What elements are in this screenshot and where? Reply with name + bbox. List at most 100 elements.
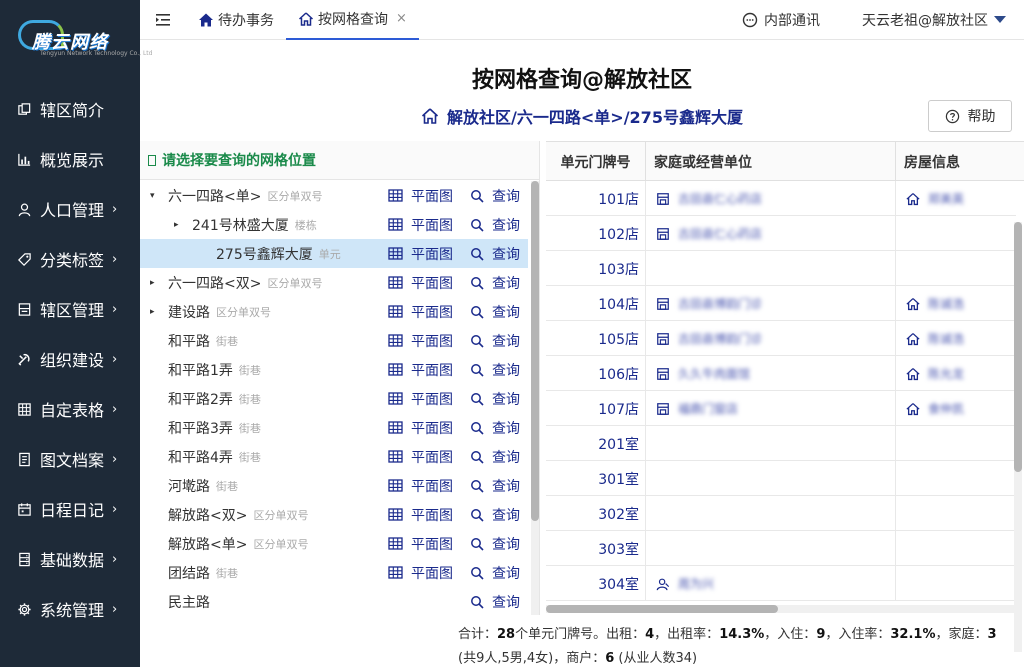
house-cell[interactable] xyxy=(896,216,1016,251)
query-link[interactable]: 查询 xyxy=(470,302,520,322)
floor-plan-link[interactable]: 平面图 xyxy=(388,418,453,438)
tree-node-label[interactable]: 解放路<双> xyxy=(168,505,247,525)
sidebar-item[interactable]: 图文档案 › xyxy=(0,434,140,484)
tree-node-label[interactable]: 和平路2弄 xyxy=(168,389,233,409)
table-row[interactable]: 303室 xyxy=(546,531,1016,566)
tree-node-label[interactable]: 和平路3弄 xyxy=(168,418,233,438)
query-link[interactable]: 查询 xyxy=(470,389,520,409)
sidebar-item[interactable]: 辖区管理 › xyxy=(0,284,140,334)
tree-node-label[interactable]: 建设路 xyxy=(168,302,210,322)
table-horizontal-scrollbar[interactable] xyxy=(546,605,1016,613)
tree-node-label[interactable]: 河墘路 xyxy=(168,476,210,496)
sidebar-item[interactable]: 自定表格 › xyxy=(0,384,140,434)
query-link[interactable]: 查询 xyxy=(470,244,520,264)
tree-node[interactable]: 解放路<单> 区分单双号 平面图 查询 xyxy=(140,529,528,558)
tree-node[interactable]: 和平路2弄 街巷 平面图 查询 xyxy=(140,384,528,413)
floor-plan-link[interactable]: 平面图 xyxy=(388,273,453,293)
unit-number[interactable]: 107店 xyxy=(546,391,646,426)
query-link[interactable]: 查询 xyxy=(470,476,520,496)
unit-number[interactable]: 106店 xyxy=(546,356,646,391)
table-row[interactable]: 105店 古田县博韵门诊 陈诚浩 xyxy=(546,321,1016,356)
caret-right-icon[interactable]: ▸ xyxy=(174,220,184,230)
caret-down-icon[interactable]: ▾ xyxy=(150,191,160,201)
tree-node-label[interactable]: 六一四路<双> xyxy=(168,273,261,293)
family-cell[interactable] xyxy=(646,461,896,496)
query-link[interactable]: 查询 xyxy=(470,360,520,380)
table-vertical-scrollbar-thumb[interactable] xyxy=(1014,222,1022,472)
table-row[interactable]: 107店 福鼎门窗店 食仲凯 xyxy=(546,391,1016,426)
sidebar-item[interactable]: 组织建设 › xyxy=(0,334,140,384)
query-link[interactable]: 查询 xyxy=(470,273,520,293)
house-cell[interactable] xyxy=(896,496,1016,531)
floor-plan-link[interactable]: 平面图 xyxy=(388,389,453,409)
family-name[interactable]: 久久牛肉面馆 xyxy=(678,365,750,382)
breadcrumb-path[interactable]: 解放社区/六一四路<单>/275号鑫辉大厦 xyxy=(447,104,743,128)
table-row[interactable]: 304室 周为兴 xyxy=(546,566,1016,601)
tree-node[interactable]: 民主路 查询 xyxy=(140,587,528,616)
tree-scrollbar[interactable] xyxy=(531,181,539,615)
tree-node-label[interactable]: 六一四路<单> xyxy=(168,186,261,206)
tree-node[interactable]: ▸ 241号林盛大厦 楼栋 平面图 查询 xyxy=(140,210,528,239)
family-cell[interactable]: 古田县仁心药店 xyxy=(646,181,896,216)
query-link[interactable]: 查询 xyxy=(470,186,520,206)
floor-plan-link[interactable]: 平面图 xyxy=(388,360,453,380)
floor-plan-link[interactable]: 平面图 xyxy=(388,302,453,322)
query-link[interactable]: 查询 xyxy=(470,215,520,235)
caret-right-icon[interactable]: ▸ xyxy=(150,307,160,317)
sidebar-item[interactable]: 系统管理 › xyxy=(0,584,140,634)
unit-number[interactable]: 103店 xyxy=(546,251,646,286)
query-link[interactable]: 查询 xyxy=(470,331,520,351)
house-owner[interactable]: 陈诚浩 xyxy=(928,330,964,347)
unit-number[interactable]: 105店 xyxy=(546,321,646,356)
table-row[interactable]: 301室 xyxy=(546,461,1016,496)
unit-number[interactable]: 303室 xyxy=(546,531,646,566)
family-cell[interactable]: 福鼎门窗店 xyxy=(646,391,896,426)
tree-node-label[interactable]: 275号鑫辉大厦 xyxy=(216,244,313,264)
query-link[interactable]: 查询 xyxy=(470,563,520,583)
family-name[interactable]: 古田县仁心药店 xyxy=(678,190,762,207)
unit-number[interactable]: 101店 xyxy=(546,181,646,216)
tree-node[interactable]: 团结路 街巷 平面图 查询 xyxy=(140,558,528,587)
family-name[interactable]: 周为兴 xyxy=(678,575,714,592)
tab-grid-query[interactable]: 按网格查询 × xyxy=(286,0,419,40)
unit-number[interactable]: 304室 xyxy=(546,566,646,601)
brand-logo[interactable]: 腾云网络 Tengyun Network Technology Co., Ltd xyxy=(0,0,152,80)
floor-plan-link[interactable]: 平面图 xyxy=(388,476,453,496)
unit-number[interactable]: 302室 xyxy=(546,496,646,531)
tree-node[interactable]: 解放路<双> 区分单双号 平面图 查询 xyxy=(140,500,528,529)
tree-scrollbar-thumb[interactable] xyxy=(531,181,539,521)
family-name[interactable]: 古田县博韵门诊 xyxy=(678,295,762,312)
tree-node-label[interactable]: 和平路4弄 xyxy=(168,447,233,467)
house-cell[interactable]: 陈诚浩 xyxy=(896,321,1016,356)
table-row[interactable]: 101店 古田县仁心药店 郑美英 xyxy=(546,181,1016,216)
house-cell[interactable] xyxy=(896,426,1016,461)
tree-node[interactable]: 275号鑫辉大厦 单元 平面图 查询 xyxy=(140,239,528,268)
tree-node[interactable]: 和平路1弄 街巷 平面图 查询 xyxy=(140,355,528,384)
tree-node-label[interactable]: 团结路 xyxy=(168,563,210,583)
house-cell[interactable]: 食仲凯 xyxy=(896,391,1016,426)
floor-plan-link[interactable]: 平面图 xyxy=(388,447,453,467)
query-link[interactable]: 查询 xyxy=(470,418,520,438)
tree-node[interactable]: 和平路 街巷 平面图 查询 xyxy=(140,326,528,355)
family-cell[interactable]: 周为兴 xyxy=(646,566,896,601)
tab-todo[interactable]: 待办事务 xyxy=(186,0,286,40)
sidebar-item[interactable]: 辖区简介 xyxy=(0,84,140,134)
unit-number[interactable]: 102店 xyxy=(546,216,646,251)
house-cell[interactable] xyxy=(896,566,1016,601)
tree-node-label[interactable]: 和平路1弄 xyxy=(168,360,233,380)
table-row[interactable]: 103店 xyxy=(546,251,1016,286)
family-cell[interactable]: 古田县博韵门诊 xyxy=(646,321,896,356)
house-cell[interactable]: 陈允龙 xyxy=(896,356,1016,391)
tree-node[interactable]: ▸ 建设路 区分单双号 平面图 查询 xyxy=(140,297,528,326)
unit-number[interactable]: 104店 xyxy=(546,286,646,321)
house-cell[interactable]: 郑美英 xyxy=(896,181,1016,216)
floor-plan-link[interactable]: 平面图 xyxy=(388,186,453,206)
sidebar-item[interactable]: 基础数据 › xyxy=(0,534,140,584)
house-owner[interactable]: 食仲凯 xyxy=(928,400,964,417)
query-link[interactable]: 查询 xyxy=(470,592,520,612)
tree-node[interactable]: 和平路3弄 街巷 平面图 查询 xyxy=(140,413,528,442)
family-cell[interactable]: 古田县仁心药店 xyxy=(646,216,896,251)
unit-number[interactable]: 201室 xyxy=(546,426,646,461)
tree-node[interactable]: ▸ 六一四路<双> 区分单双号 平面图 查询 xyxy=(140,268,528,297)
sidebar-item[interactable]: 人口管理 › xyxy=(0,184,140,234)
